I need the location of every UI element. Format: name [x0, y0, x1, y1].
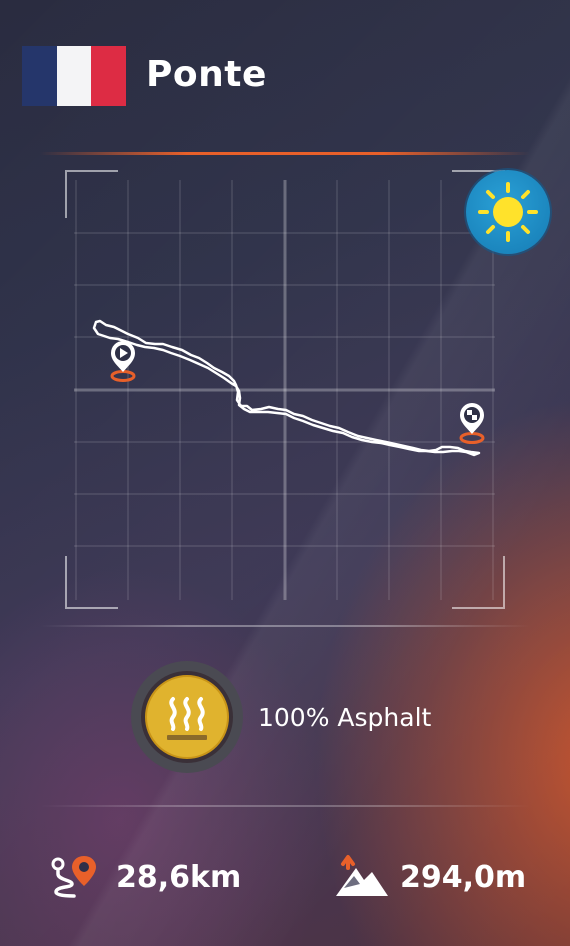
sun-icon — [478, 182, 538, 242]
map-divider — [40, 625, 530, 627]
map-axes — [74, 180, 495, 600]
distance-value: 28,6km — [116, 860, 242, 895]
route-card: Ponte 100% Asphalt 28,6km 294,0m — [0, 0, 570, 946]
mountain-elevation-icon — [336, 855, 388, 896]
finish-flag-pin-icon — [459, 403, 485, 444]
elevation-value: 294,0m — [400, 860, 527, 895]
surface-badge — [131, 661, 243, 773]
start-pin-icon — [110, 341, 136, 382]
surface-label: 100% Asphalt — [258, 703, 432, 732]
stats-divider — [40, 805, 530, 807]
weather-badge[interactable] — [466, 170, 550, 254]
route-pin-icon — [51, 856, 96, 898]
